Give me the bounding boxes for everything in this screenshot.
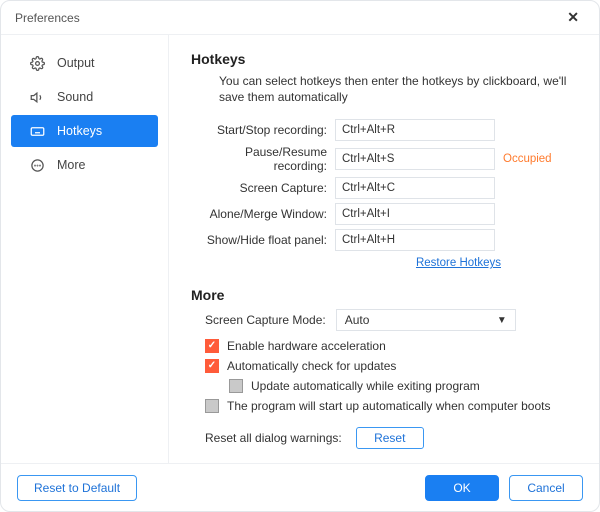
hotkeys-description: You can select hotkeys then enter the ho…	[219, 73, 573, 105]
checkbox-update-on-exit[interactable]	[229, 379, 243, 393]
hotkey-row: Alone/Merge Window:	[191, 203, 573, 225]
checkbox-hw-accel-label: Enable hardware acceleration	[227, 339, 386, 353]
hotkey-label: Pause/Resume recording:	[191, 145, 335, 173]
reset-warnings-button[interactable]: Reset	[356, 427, 424, 449]
capture-mode-select[interactable]: Auto ▼	[336, 309, 516, 331]
preferences-window: Preferences ✕ Output Sound Hotkeys	[0, 0, 600, 512]
reset-warnings-label: Reset all dialog warnings:	[205, 431, 342, 445]
hotkey-input-screen-capture[interactable]	[335, 177, 495, 199]
checkbox-startup-label: The program will start up automatically …	[227, 399, 550, 413]
hotkey-row: Pause/Resume recording: Occupied	[191, 145, 573, 173]
sidebar-item-hotkeys[interactable]: Hotkeys	[11, 115, 158, 147]
hotkeys-heading: Hotkeys	[191, 51, 573, 67]
hotkey-row: Start/Stop recording:	[191, 119, 573, 141]
reset-default-button[interactable]: Reset to Default	[17, 475, 137, 501]
hotkey-label: Alone/Merge Window:	[191, 207, 335, 221]
capture-mode-value: Auto	[345, 313, 370, 327]
window-body: Output Sound Hotkeys More	[1, 35, 599, 463]
hotkey-input-float-panel[interactable]	[335, 229, 495, 251]
hotkey-label: Screen Capture:	[191, 181, 335, 195]
checkbox-hw-accel[interactable]	[205, 339, 219, 353]
sidebar-item-output[interactable]: Output	[11, 47, 158, 79]
ok-button[interactable]: OK	[425, 475, 499, 501]
sidebar: Output Sound Hotkeys More	[1, 35, 169, 463]
hotkey-label: Show/Hide float panel:	[191, 233, 335, 247]
checkbox-auto-updates-label: Automatically check for updates	[227, 359, 396, 373]
footer: Reset to Default OK Cancel	[1, 463, 599, 511]
checkbox-update-on-exit-label: Update automatically while exiting progr…	[251, 379, 480, 393]
capture-mode-label: Screen Capture Mode:	[205, 313, 326, 327]
close-icon[interactable]: ✕	[561, 5, 585, 30]
cancel-button[interactable]: Cancel	[509, 475, 583, 501]
hotkey-row: Show/Hide float panel:	[191, 229, 573, 251]
speaker-icon	[29, 89, 45, 105]
more-heading: More	[191, 287, 573, 303]
chevron-down-icon: ▼	[497, 315, 507, 326]
window-title: Preferences	[15, 11, 80, 25]
sidebar-item-label: Sound	[57, 90, 93, 104]
hotkey-input-alone-merge[interactable]	[335, 203, 495, 225]
sidebar-item-label: Output	[57, 56, 95, 70]
content-pane: Hotkeys You can select hotkeys then ente…	[169, 35, 599, 463]
more-icon	[29, 157, 45, 173]
hotkey-label: Start/Stop recording:	[191, 123, 335, 137]
content-scroll[interactable]: Hotkeys You can select hotkeys then ente…	[191, 49, 579, 455]
sidebar-item-label: Hotkeys	[57, 124, 102, 138]
checkbox-startup[interactable]	[205, 399, 219, 413]
checkbox-auto-updates[interactable]	[205, 359, 219, 373]
hotkey-row: Screen Capture:	[191, 177, 573, 199]
restore-hotkeys-link[interactable]: Restore Hotkeys	[416, 257, 501, 269]
hotkey-input-pause-resume[interactable]	[335, 148, 495, 170]
gear-icon	[29, 55, 45, 71]
keyboard-icon	[29, 123, 45, 139]
titlebar: Preferences ✕	[1, 1, 599, 35]
sidebar-item-label: More	[57, 158, 85, 172]
sidebar-item-more[interactable]: More	[11, 149, 158, 181]
hotkey-status: Occupied	[503, 153, 552, 165]
hotkey-input-start-stop[interactable]	[335, 119, 495, 141]
sidebar-item-sound[interactable]: Sound	[11, 81, 158, 113]
